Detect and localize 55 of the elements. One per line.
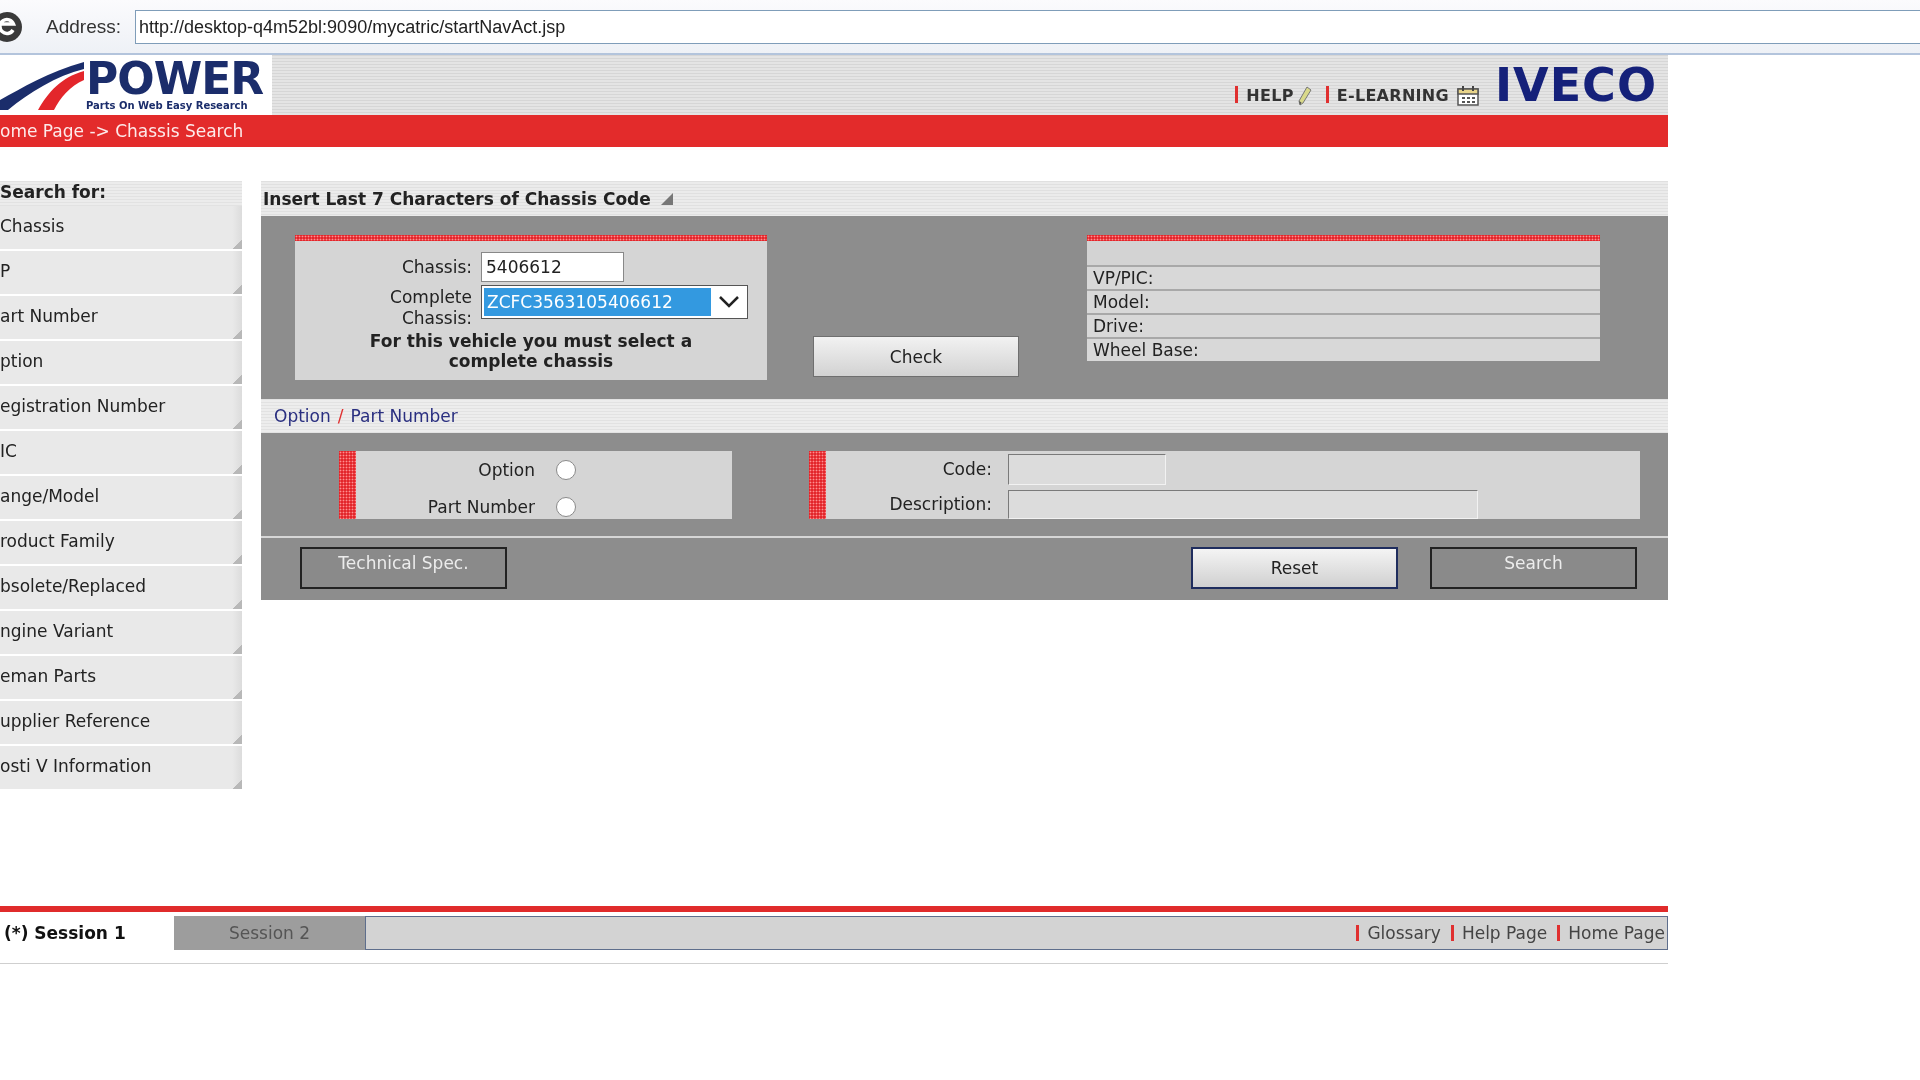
chassis-input[interactable]: 5406612 (481, 252, 624, 282)
breadcrumb-text: ome Page -> Chassis Search (0, 121, 244, 141)
footer-link[interactable]: Help Page (1461, 923, 1548, 943)
address-field[interactable]: http://desktop-q4m52bl:9090/mycatric/startNavAct.jsp (135, 9, 1920, 44)
sidebar-item[interactable]: Chassis (0, 206, 242, 251)
sidebar-item[interactable]: ption (0, 341, 242, 386)
radio-label: Option (477, 459, 535, 482)
header-link[interactable]: HELP (1246, 86, 1294, 106)
sidebar-item[interactable]: P (0, 251, 242, 296)
accent-strip (339, 451, 356, 519)
logo-tagline: Parts On Web Easy Research (86, 100, 249, 112)
sidebar-item[interactable]: ange/Model (0, 476, 242, 521)
address-label: Address: (46, 15, 122, 38)
reset-button[interactable]: Reset (1191, 547, 1398, 589)
sidebar-item[interactable]: IC (0, 431, 242, 476)
accent-strip (809, 451, 826, 519)
sidebar-item[interactable]: egistration Number (0, 386, 242, 431)
section-title: Part Number (350, 406, 458, 426)
radio-button[interactable] (556, 496, 576, 517)
field-label: Description: (888, 494, 992, 514)
radio-label: Part Number (426, 495, 535, 518)
sidebar-item[interactable]: eman Parts (0, 656, 242, 701)
swoosh-logo-icon (0, 60, 84, 110)
footer-link[interactable]: Glossary (1367, 923, 1441, 943)
separator-text: / (337, 406, 344, 426)
section-title: Insert Last 7 Characters of Chassis Code (263, 188, 651, 209)
sidebar-item[interactable]: ngine Variant (0, 611, 242, 656)
logo-title: POWER (86, 58, 264, 100)
triangle-icon (660, 192, 673, 205)
section-title: Option (274, 406, 331, 426)
footer-link[interactable]: Home Page (1568, 923, 1665, 943)
vehicle-info-row: Model: (1087, 289, 1600, 313)
input-field[interactable] (1008, 489, 1478, 519)
sidebar-item[interactable]: art Number (0, 296, 242, 341)
vehicle-info-row: Drive: (1087, 313, 1600, 337)
browser-icon (0, 11, 22, 42)
sidebar-item[interactable]: upplier Reference (0, 701, 242, 746)
sidebar-item[interactable]: bsolete/Replaced (0, 566, 242, 611)
sidebar-item[interactable]: roduct Family (0, 521, 242, 566)
calendar-icon (1457, 86, 1479, 106)
pen-icon (1297, 86, 1312, 106)
radio-button[interactable] (556, 460, 576, 481)
check-button[interactable]: Check (813, 336, 1019, 377)
vehicle-info-row: VP/PIC: (1087, 265, 1600, 289)
caret-icon (719, 296, 739, 308)
vehicle-info-row: Wheel Base: (1087, 337, 1600, 361)
brand-logo: IVECO (1495, 64, 1657, 106)
field-label: Code: (941, 459, 992, 479)
sidebar-item[interactable]: osti V Information (0, 746, 242, 791)
sidebar-heading: Search for: (0, 181, 242, 206)
field-label: Chassis: (400, 256, 472, 279)
instruction-text: For this vehicle you must select a complete chassis (368, 331, 694, 371)
field-label: Complete Chassis: (389, 287, 472, 329)
input-field[interactable] (1008, 453, 1166, 485)
header-link[interactable]: E-LEARNING (1336, 86, 1449, 106)
